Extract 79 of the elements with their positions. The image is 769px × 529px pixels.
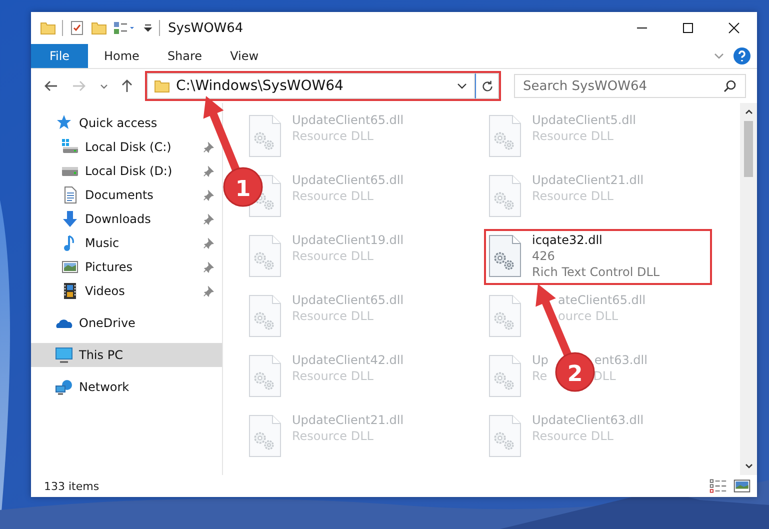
minimize-icon <box>636 27 648 29</box>
nav-item[interactable]: OneDrive <box>31 311 144 335</box>
properties-icon[interactable] <box>69 20 85 36</box>
pin-icon[interactable] <box>203 286 214 296</box>
refresh-button[interactable] <box>475 73 499 99</box>
film-strip-icon <box>61 282 79 300</box>
file-type: Re <box>532 368 548 384</box>
close-icon <box>728 22 740 34</box>
file-type: Resource DLL <box>292 248 374 264</box>
file-menu-tab[interactable]: File <box>31 44 88 68</box>
file-type: Resource DLL <box>292 428 374 444</box>
file-type: Resource DLL <box>532 188 614 204</box>
nav-label: This PC <box>79 348 123 362</box>
step-badge: 1 <box>223 167 263 207</box>
help-icon[interactable] <box>733 47 751 65</box>
nav-item[interactable]: Downloads <box>31 207 222 231</box>
nav-label: OneDrive <box>79 316 136 330</box>
file-type: Resource DLL <box>292 368 374 384</box>
nav-item[interactable]: Pictures <box>31 255 222 279</box>
pin-icon[interactable] <box>203 238 214 248</box>
nav-item[interactable]: Local Disk (C:) <box>31 135 222 159</box>
nav-label: Videos <box>85 284 125 298</box>
nav-item[interactable]: Network <box>31 375 138 399</box>
nav-label: Documents <box>85 188 154 202</box>
search-icon <box>723 79 737 93</box>
details-view-icon[interactable] <box>709 477 727 495</box>
address-field[interactable]: C:\Windows\SysWOW64 <box>147 73 475 99</box>
file-type: Resource DLL <box>292 188 374 204</box>
drive-icon <box>61 138 79 156</box>
ribbon-tab[interactable]: Home <box>90 44 154 68</box>
step-badge: 2 <box>555 352 595 392</box>
address-path: C:\Windows\SysWOW64 <box>176 78 344 94</box>
down-arrow-icon <box>61 210 79 228</box>
file-size: 426 <box>532 248 556 264</box>
new-folder-icon[interactable] <box>91 20 107 36</box>
large-icons-view-icon[interactable] <box>733 477 751 495</box>
maximize-icon <box>682 22 694 34</box>
file-type: ource DLL <box>558 308 618 324</box>
file-type: Rich Text Control DLL <box>532 264 660 280</box>
star-icon <box>55 114 73 132</box>
ribbon-tab[interactable]: Share <box>153 44 216 68</box>
search-field[interactable]: Search SysWOW64 <box>514 74 746 98</box>
nav-item[interactable]: Videos <box>31 279 222 303</box>
nav-label: Quick access <box>79 116 158 130</box>
folder-icon <box>154 78 170 94</box>
nav-item[interactable]: Documents <box>31 183 222 207</box>
picture-icon <box>61 258 79 276</box>
file-name[interactable]: icqate32.dll <box>532 232 602 248</box>
nav-label: Network <box>79 380 130 394</box>
nav-item[interactable]: This PC <box>31 343 222 367</box>
pin-icon[interactable] <box>203 142 214 152</box>
network-icon <box>55 378 73 396</box>
pin-icon[interactable] <box>203 166 214 176</box>
nav-item[interactable]: Music <box>31 231 222 255</box>
file-type: Resource DLL <box>292 128 374 144</box>
file-type: Resource DLL <box>532 128 614 144</box>
ribbon-tab[interactable]: View <box>216 44 273 68</box>
file-type: DLL <box>593 368 616 384</box>
nav-item[interactable]: Local Disk (D:) <box>31 159 222 183</box>
nav-label: Pictures <box>85 260 133 274</box>
file-type: Resource DLL <box>532 428 614 444</box>
pin-icon[interactable] <box>203 214 214 224</box>
nav-label: Music <box>85 236 120 250</box>
nav-label: Local Disk (C:) <box>85 140 172 154</box>
scrollbar-thumb[interactable] <box>744 121 753 177</box>
gear-file-icon[interactable] <box>488 234 522 278</box>
file-type: Resource DLL <box>292 308 374 324</box>
folder-icon[interactable] <box>40 20 56 36</box>
nav-label: Local Disk (D:) <box>85 164 172 178</box>
pin-icon[interactable] <box>203 190 214 200</box>
monitor-icon <box>55 346 73 364</box>
window-title: SysWOW64 <box>168 20 244 36</box>
view-layout-icon[interactable] <box>113 20 137 36</box>
pin-icon[interactable] <box>203 262 214 272</box>
scroll-down-icon[interactable] <box>744 461 754 471</box>
nav-item[interactable]: Quick access <box>31 111 166 135</box>
nav-label: Downloads <box>85 212 151 226</box>
item-count: 133 items <box>44 480 100 492</box>
refresh-icon <box>480 78 494 94</box>
